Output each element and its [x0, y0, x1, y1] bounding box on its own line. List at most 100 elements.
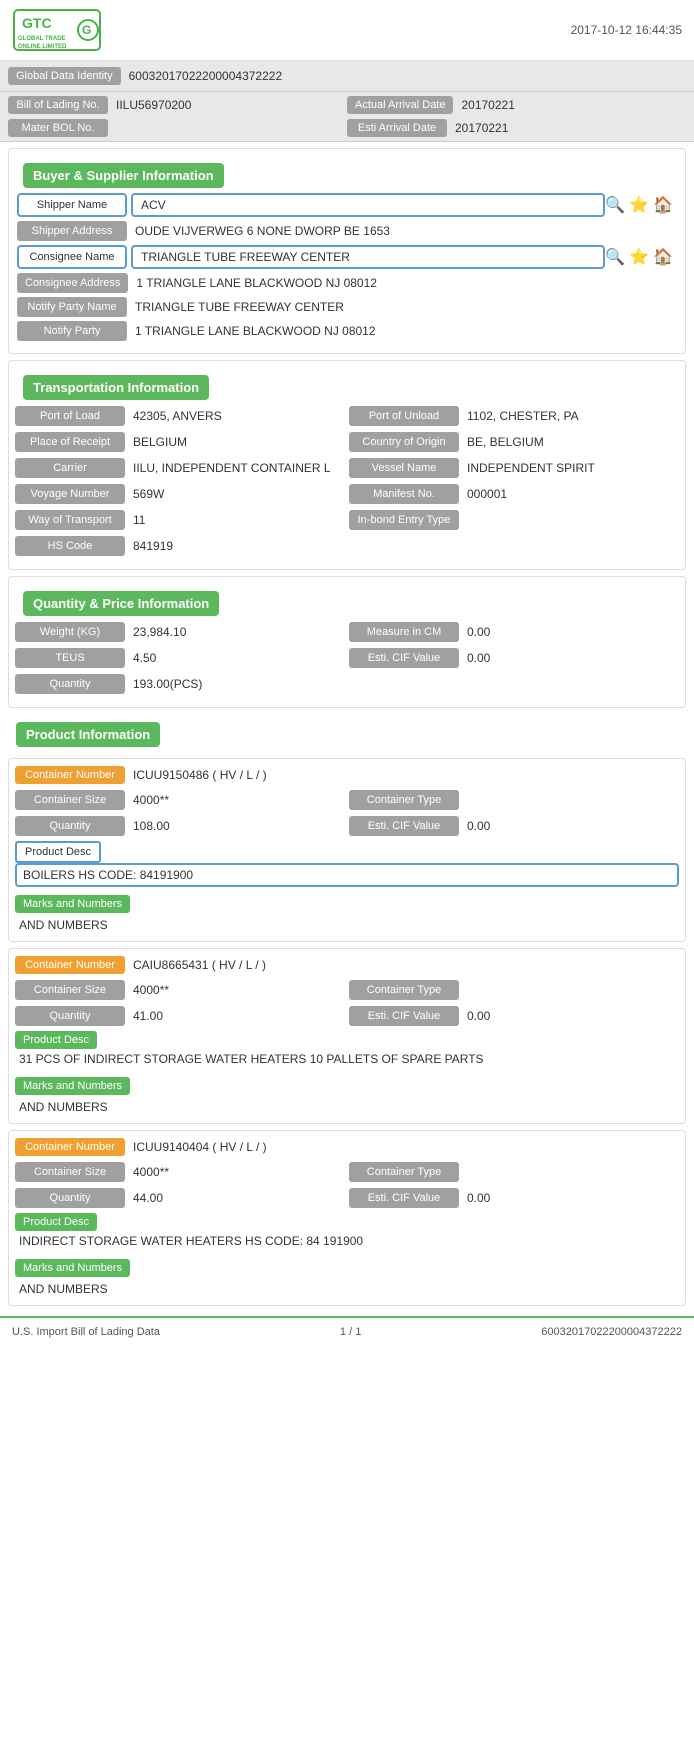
place-row: Place of Receipt BELGIUM Country of Orig…: [15, 431, 679, 453]
container-size-value-2: 4000**: [125, 1161, 345, 1183]
container-type-label-0: Container Type: [349, 790, 459, 810]
shipper-name-value: ACV: [131, 193, 605, 217]
quantity-value: 193.00(PCS): [125, 673, 345, 695]
notify-name-label: Notify Party Name: [17, 297, 127, 317]
product-card-2: Container Number ICUU9140404 ( HV / L / …: [8, 1130, 686, 1306]
product-cards-container: Container Number ICUU9150486 ( HV / L / …: [0, 758, 694, 1306]
product-esti-cif-label-1: Esti. CIF Value: [349, 1006, 459, 1026]
buyer-supplier-title: Buyer & Supplier Information: [23, 163, 224, 188]
container-number-label-1: Container Number: [15, 956, 125, 974]
svg-text:GTC: GTC: [22, 15, 52, 31]
consignee-name-label: Consignee Name: [17, 245, 127, 269]
consignee-address-value: 1 TRIANGLE LANE BLACKWOOD NJ 08012: [128, 273, 677, 293]
home-icon[interactable]: 🏠: [653, 195, 673, 215]
product-quantity-label-1: Quantity: [15, 1006, 125, 1026]
notify-party-row: Notify Party 1 TRIANGLE LANE BLACKWOOD N…: [15, 321, 679, 341]
port-load-value: 42305, ANVERS: [125, 405, 345, 427]
product-quantity-value-0: 108.00: [125, 815, 345, 837]
country-origin-label: Country of Origin: [349, 432, 459, 452]
place-receipt-label: Place of Receipt: [15, 432, 125, 452]
place-receipt-value: BELGIUM: [125, 431, 345, 453]
weight-label: Weight (KG): [15, 622, 125, 642]
container-number-bar-2: Container Number ICUU9140404 ( HV / L / …: [15, 1137, 679, 1157]
container-type-label-2: Container Type: [349, 1162, 459, 1182]
weight-row: Weight (KG) 23,984.10 Measure in CM 0.00: [15, 621, 679, 643]
product-quantity-value-2: 44.00: [125, 1187, 345, 1209]
container-type-value-1: [459, 986, 679, 994]
container-size-row-2: Container Size 4000** Container Type: [15, 1161, 679, 1183]
consignee-address-label: Consignee Address: [17, 273, 128, 293]
marks-block-1: Marks and Numbers AND NUMBERS: [15, 1073, 679, 1117]
shipper-address-value: OUDE VIJVERWEG 6 NONE DWORP BE 1653: [127, 221, 677, 241]
marks-block-2: Marks and Numbers AND NUMBERS: [15, 1255, 679, 1299]
way-transport-label: Way of Transport: [15, 510, 125, 530]
product-esti-cif-value-1: 0.00: [459, 1005, 679, 1027]
measure-value: 0.00: [459, 621, 679, 643]
marks-value-1: AND NUMBERS: [15, 1097, 679, 1117]
star-icon-2[interactable]: ⭐: [629, 247, 649, 267]
product-desc-block-0: Product Desc BOILERS HS CODE: 84191900: [15, 841, 679, 887]
marks-label-0: Marks and Numbers: [15, 895, 130, 913]
product-desc-value-1: 31 PCS OF INDIRECT STORAGE WATER HEATERS…: [15, 1049, 679, 1069]
container-size-row-0: Container Size 4000** Container Type: [15, 789, 679, 811]
vessel-value: INDEPENDENT SPIRIT: [459, 457, 679, 479]
consignee-name-row: Consignee Name TRIANGLE TUBE FREEWAY CEN…: [15, 245, 679, 269]
marks-label-2: Marks and Numbers: [15, 1259, 130, 1277]
product-desc-value-2: INDIRECT STORAGE WATER HEATERS HS CODE: …: [15, 1231, 679, 1251]
product-quantity-row-2: Quantity 44.00 Esti. CIF Value 0.00: [15, 1187, 679, 1209]
bill-value: IILU56970200: [108, 95, 199, 115]
marks-value-2: AND NUMBERS: [15, 1279, 679, 1299]
global-identity-bar: Global Data Identity 6003201702220000437…: [0, 61, 694, 92]
hs-code-label: HS Code: [15, 536, 125, 556]
arrival-value: 20170221: [453, 95, 522, 115]
weight-value: 23,984.10: [125, 621, 345, 643]
transportation-title: Transportation Information: [23, 375, 209, 400]
shipper-address-label: Shipper Address: [17, 221, 127, 241]
search-icon[interactable]: 🔍: [605, 195, 625, 215]
product-quantity-label-0: Quantity: [15, 816, 125, 836]
bill-label: Bill of Lading No.: [8, 96, 108, 114]
mater-value: [108, 125, 124, 131]
hs-code-value: 841919: [125, 535, 345, 557]
port-load-label: Port of Load: [15, 406, 125, 426]
product-quantity-label-2: Quantity: [15, 1188, 125, 1208]
container-size-value-0: 4000**: [125, 789, 345, 811]
product-esti-cif-label-0: Esti. CIF Value: [349, 816, 459, 836]
teus-value: 4.50: [125, 647, 345, 669]
container-number-bar-0: Container Number ICUU9150486 ( HV / L / …: [15, 765, 679, 785]
footer-id: 60032017022200004372222: [541, 1326, 682, 1338]
quantity-price-title: Quantity & Price Information: [23, 591, 219, 616]
arrival-label: Actual Arrival Date: [347, 96, 453, 114]
transportation-section: Transportation Information Port of Load …: [8, 360, 686, 570]
svg-text:GLOBAL TRADE: GLOBAL TRADE: [18, 36, 66, 42]
container-size-row-1: Container Size 4000** Container Type: [15, 979, 679, 1001]
container-number-bar-1: Container Number CAIU8665431 ( HV / L / …: [15, 955, 679, 975]
footer-page: 1 / 1: [340, 1326, 361, 1338]
search-icon-2[interactable]: 🔍: [605, 247, 625, 267]
esti-cif-label: Esti. CIF Value: [349, 648, 459, 668]
svg-text:ONLINE LIMITED: ONLINE LIMITED: [18, 44, 67, 50]
container-type-label-1: Container Type: [349, 980, 459, 1000]
marks-value-0: AND NUMBERS: [15, 915, 679, 935]
star-icon[interactable]: ⭐: [629, 195, 649, 215]
voyage-value: 569W: [125, 483, 345, 505]
shipper-address-row: Shipper Address OUDE VIJVERWEG 6 NONE DW…: [15, 221, 679, 241]
product-desc-block-1: Product Desc 31 PCS OF INDIRECT STORAGE …: [15, 1031, 679, 1069]
product-quantity-row-0: Quantity 108.00 Esti. CIF Value 0.00: [15, 815, 679, 837]
carrier-row: Carrier IILU, INDEPENDENT CONTAINER L Ve…: [15, 457, 679, 479]
product-desc-value-0: BOILERS HS CODE: 84191900: [15, 863, 679, 887]
shipper-name-row: Shipper Name ACV 🔍 ⭐ 🏠: [15, 193, 679, 217]
way-transport-row: Way of Transport 11 In-bond Entry Type: [15, 509, 679, 531]
consignee-name-value: TRIANGLE TUBE FREEWAY CENTER: [131, 245, 605, 269]
vessel-label: Vessel Name: [349, 458, 459, 478]
container-size-value-1: 4000**: [125, 979, 345, 1001]
container-type-value-2: [459, 1168, 679, 1176]
teus-label: TEUS: [15, 648, 125, 668]
global-identity-value: 60032017022200004372222: [121, 66, 291, 86]
product-card-0: Container Number ICUU9150486 ( HV / L / …: [8, 758, 686, 942]
product-esti-cif-value-0: 0.00: [459, 815, 679, 837]
product-esti-cif-value-2: 0.00: [459, 1187, 679, 1209]
home-icon-2[interactable]: 🏠: [653, 247, 673, 267]
container-number-label-0: Container Number: [15, 766, 125, 784]
teus-row: TEUS 4.50 Esti. CIF Value 0.00: [15, 647, 679, 669]
